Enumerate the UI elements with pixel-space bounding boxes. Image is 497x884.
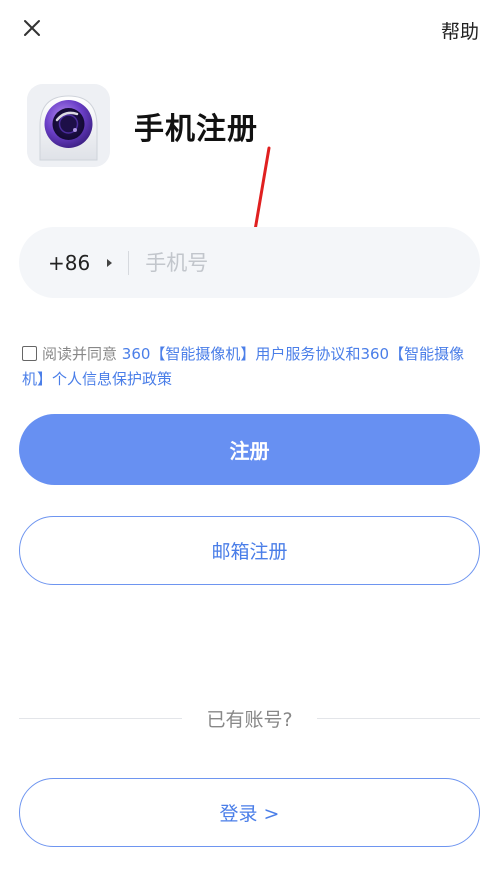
email-register-button[interactable]: 邮箱注册 (19, 516, 480, 585)
page-title: 手机注册 (134, 112, 258, 147)
country-code-selector[interactable]: +86 (48, 251, 90, 275)
login-button[interactable]: 登录 > (19, 778, 480, 847)
caret-right-icon[interactable] (107, 258, 113, 267)
divider-line-right (316, 717, 480, 719)
have-account-divider: 已有账号? (19, 706, 480, 731)
divider-line-left (19, 717, 183, 719)
help-link[interactable]: 帮助 (441, 17, 479, 44)
field-divider (128, 250, 130, 275)
camera-lens-icon (27, 84, 110, 167)
have-account-text: 已有账号? (206, 708, 293, 731)
agreement-text: 阅读并同意 360【智能摄像机】用户服务协议和360【智能摄像机】个人信息保护政… (22, 342, 477, 392)
close-icon (24, 20, 40, 36)
app-logo (27, 84, 110, 167)
close-button[interactable] (18, 14, 46, 42)
agreement-checkbox[interactable] (22, 346, 37, 361)
user-agreement-link[interactable]: 360【智能摄像机】用户服务协议 (122, 345, 346, 363)
phone-input[interactable] (145, 250, 406, 275)
agreement-conjunction: 和 (345, 345, 361, 363)
agreement-prefix: 阅读并同意 (42, 345, 118, 363)
register-button[interactable]: 注册 (19, 414, 480, 485)
phone-number-row: +86 (19, 227, 480, 298)
